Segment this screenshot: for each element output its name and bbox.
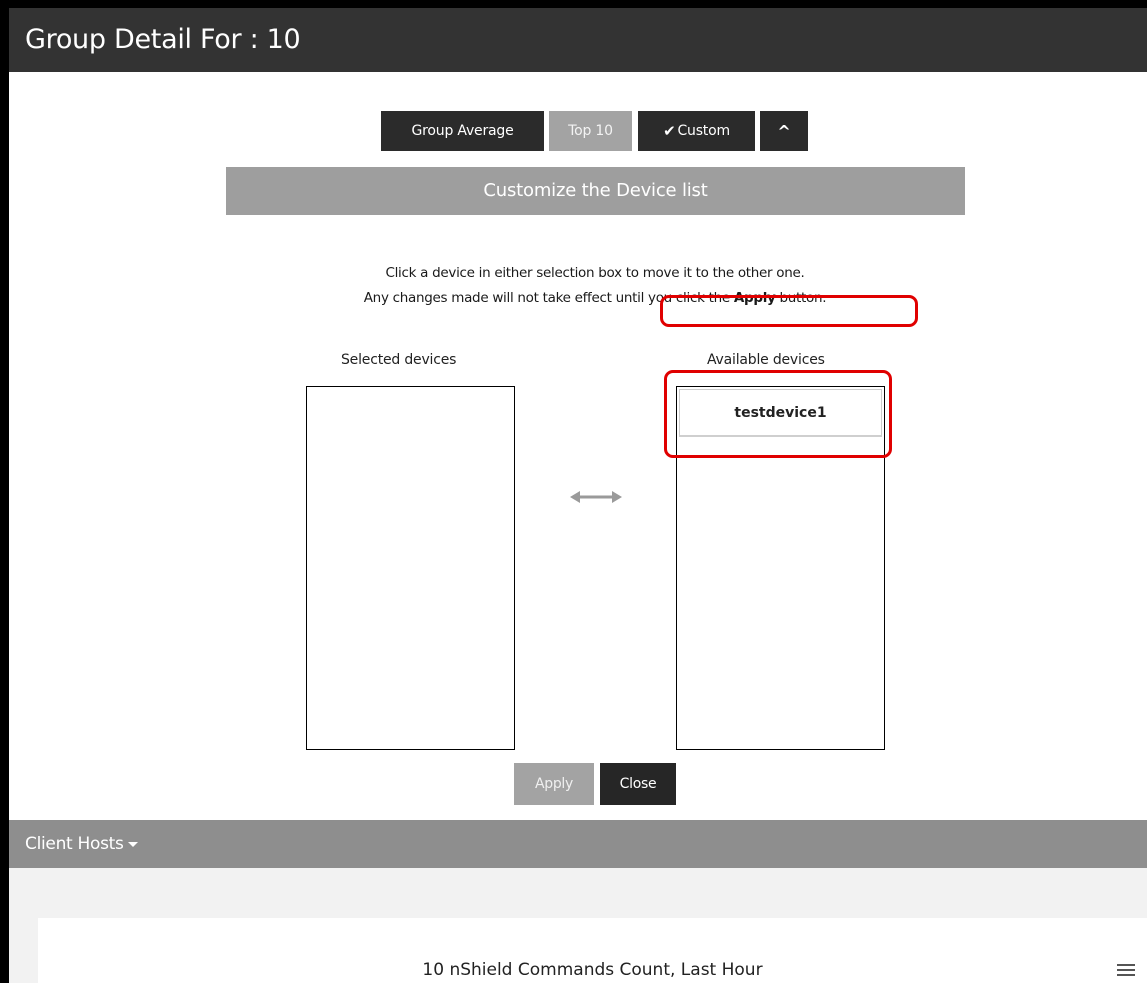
- customize-heading: Customize the Device list: [226, 167, 965, 215]
- selected-devices-label: Selected devices: [341, 352, 457, 368]
- window-frame-left: [0, 0, 9, 983]
- window-frame-top: [0, 0, 1147, 8]
- highlight-annotation-device: [664, 370, 892, 458]
- caret-down-icon: [127, 841, 138, 847]
- custom-button-label: Custom: [677, 123, 730, 139]
- menu-icon[interactable]: [1117, 964, 1135, 979]
- available-devices-label: Available devices: [707, 352, 825, 368]
- client-hosts-label: Client Hosts: [25, 834, 124, 854]
- chart-title: 10 nShield Commands Count, Last Hour: [422, 960, 763, 980]
- close-button[interactable]: Close: [600, 763, 676, 805]
- client-hosts-dropdown[interactable]: Client Hosts: [9, 820, 1147, 868]
- top10-button[interactable]: Top 10: [549, 111, 632, 151]
- chevron-up-icon: ^: [777, 121, 791, 141]
- swap-arrows-icon: [570, 491, 622, 503]
- apply-button[interactable]: Apply: [514, 763, 594, 805]
- highlight-annotation-apply: [660, 295, 918, 327]
- collapse-button[interactable]: ^: [760, 111, 808, 151]
- page-title: Group Detail For : 10: [9, 8, 1147, 72]
- selected-devices-list[interactable]: [306, 386, 515, 750]
- instruction-line-1: Click a device in either selection box t…: [385, 265, 805, 281]
- custom-button[interactable]: ✔ Custom: [638, 111, 755, 151]
- check-icon: ✔: [663, 122, 676, 140]
- group-average-button[interactable]: Group Average: [381, 111, 544, 151]
